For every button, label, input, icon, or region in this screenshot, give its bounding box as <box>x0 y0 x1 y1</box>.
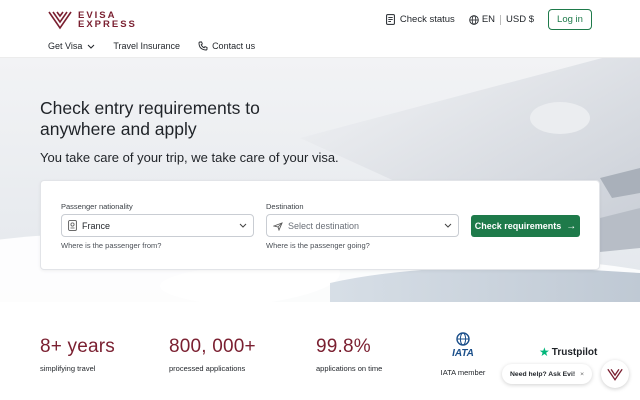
nationality-label: Passenger nationality <box>61 202 133 211</box>
stat-value: 99.8% <box>316 336 371 357</box>
login-button[interactable]: Log in <box>548 9 592 30</box>
search-card: Passenger nationality France Where is th… <box>40 180 600 270</box>
stat-value: 800, 000+ <box>169 336 256 357</box>
brand-logo[interactable]: EVISA EXPRESS <box>48 10 137 30</box>
destination-label: Destination <box>266 202 304 211</box>
divider <box>500 14 502 25</box>
check-requirements-label: Check requirements <box>474 221 562 231</box>
stats-section: 8+ years simplifying travel 800, 000+ pr… <box>0 302 640 400</box>
chevron-down-icon <box>444 223 452 228</box>
stat-applications: 800, 000+ processed applications <box>169 336 256 373</box>
nationality-select[interactable]: France <box>61 214 254 237</box>
nav-contact-us[interactable]: Contact us <box>198 41 255 51</box>
site-header: EVISA EXPRESS Check status EN USD $ Log … <box>0 0 640 58</box>
stat-label: simplifying travel <box>40 364 96 373</box>
passport-icon <box>68 220 77 231</box>
check-status-link[interactable]: Check status <box>385 14 455 25</box>
destination-placeholder: Select destination <box>288 220 360 231</box>
header-actions: Check status EN USD $ Log in <box>385 9 592 30</box>
iata-label: IATA member <box>440 368 486 377</box>
brand-line-2: EXPRESS <box>78 19 137 30</box>
trustpilot-badge[interactable]: ★ Trustpilot <box>539 345 597 359</box>
chat-prompt-text: Need help? Ask Evi! <box>510 370 576 378</box>
brand-logo-icon <box>607 368 623 381</box>
logo-mark-icon <box>48 11 72 30</box>
document-icon <box>385 14 395 25</box>
stat-value: 8+ years <box>40 336 116 357</box>
iata-logo-icon: IATA <box>452 332 474 359</box>
stat-label: applications on time <box>316 364 383 373</box>
close-icon[interactable]: × <box>580 371 584 378</box>
stat-on-time: 99.8% applications on time <box>316 336 382 373</box>
language-selector[interactable]: EN <box>469 14 506 25</box>
destination-help: Where is the passenger going? <box>266 241 370 250</box>
nationality-help: Where is the passenger from? <box>61 241 162 250</box>
chat-prompt[interactable]: Need help? Ask Evi! × <box>502 364 593 384</box>
nationality-value: France <box>82 220 111 231</box>
currency-selector[interactable]: USD $ <box>506 14 534 25</box>
nav-contact-us-label: Contact us <box>212 41 256 51</box>
main-nav: Get Visa Travel Insurance Contact us <box>48 40 273 52</box>
nav-travel-insurance-label: Travel Insurance <box>113 41 181 51</box>
chevron-down-icon <box>239 223 247 228</box>
language-label: EN <box>481 14 496 25</box>
chat-launcher-button[interactable] <box>601 360 629 388</box>
nav-get-visa-label: Get Visa <box>48 41 83 51</box>
trustpilot-label: Trustpilot <box>551 346 598 358</box>
globe-icon <box>469 14 479 25</box>
iata-badge: IATA IATA member <box>440 332 486 377</box>
nav-get-visa[interactable]: Get Visa <box>48 41 95 51</box>
star-icon: ★ <box>539 345 550 359</box>
svg-text:IATA: IATA <box>452 348 474 359</box>
check-status-label: Check status <box>399 14 455 25</box>
phone-icon <box>198 41 208 51</box>
stat-years: 8+ years simplifying travel <box>40 336 115 373</box>
nav-travel-insurance[interactable]: Travel Insurance <box>113 41 180 51</box>
hero-subtitle: You take care of your trip, we take care… <box>40 150 339 165</box>
stat-label: processed applications <box>169 364 246 373</box>
hero-title: Check entry requirements to anywhere and… <box>40 98 260 139</box>
check-requirements-button[interactable]: Check requirements → <box>471 215 580 237</box>
plane-icon <box>273 221 283 231</box>
hero-section: Check entry requirements to anywhere and… <box>0 58 640 302</box>
chevron-down-icon <box>88 44 95 49</box>
arrow-right-icon: → <box>566 220 577 232</box>
brand-wordmark: EVISA EXPRESS <box>78 11 137 30</box>
destination-select[interactable]: Select destination <box>266 214 459 237</box>
